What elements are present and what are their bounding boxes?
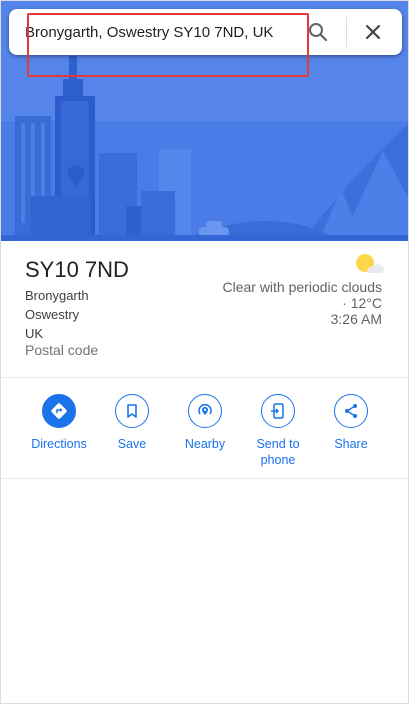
search-input[interactable] — [25, 15, 295, 49]
save-button[interactable]: Save — [97, 394, 167, 452]
weather-info: Clear with periodic clouds · 12°C 3:26 A… — [222, 279, 382, 327]
weather-time: 3:26 AM — [330, 311, 382, 327]
share-icon — [334, 394, 368, 428]
save-label: Save — [117, 437, 147, 451]
directions-label: Directions — [31, 437, 87, 451]
send-to-phone-icon — [261, 394, 295, 428]
nearby-label: Nearby — [184, 437, 226, 451]
nearby-icon — [188, 394, 222, 428]
place-panel: SY10 7ND Bronygarth Oswestry UK Postal c… — [0, 0, 409, 704]
weather-condition: Clear with periodic clouds · 12°C — [222, 279, 382, 311]
partly-cloudy-icon — [353, 252, 385, 276]
place-category: Postal code — [25, 342, 99, 358]
search-bar — [9, 9, 402, 55]
address-line: Bronygarth — [25, 288, 89, 303]
search-icon[interactable] — [306, 20, 330, 44]
send-to-phone-button[interactable]: Send to phone — [243, 394, 313, 468]
place-title: SY10 7ND — [25, 257, 129, 282]
address-line: UK — [25, 326, 44, 341]
close-icon[interactable] — [361, 20, 385, 44]
divider — [1, 478, 408, 479]
search-bar-divider — [346, 17, 347, 47]
share-button[interactable]: Share — [316, 394, 386, 452]
share-label: Share — [334, 437, 368, 451]
nearby-button[interactable]: Nearby — [170, 394, 240, 452]
address-line: Oswestry — [25, 307, 80, 322]
bookmark-icon — [115, 394, 149, 428]
directions-button[interactable]: Directions — [24, 394, 94, 452]
send-to-phone-label: Send to phone — [256, 437, 300, 467]
directions-icon — [42, 394, 76, 428]
divider — [1, 377, 408, 378]
